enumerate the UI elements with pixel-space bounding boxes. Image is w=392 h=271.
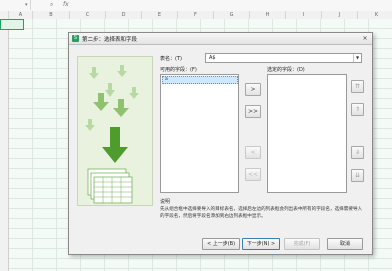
active-cell[interactable] (0, 19, 24, 30)
remove-field-button[interactable]: < (245, 146, 261, 159)
description-text: 先从组合框中选择要导入的目标表名，选择后左边的列表框会列出表中所有的字段名，选择… (160, 207, 363, 219)
move-bottom-button[interactable]: ⇊ (351, 169, 364, 182)
remove-all-fields-button[interactable]: << (245, 168, 261, 181)
add-field-button[interactable]: > (245, 83, 261, 96)
list-item[interactable]: a (162, 76, 238, 84)
cancel-button[interactable]: 取消 (327, 238, 363, 250)
finish-button[interactable]: 完成(F) (284, 238, 320, 250)
move-up-button[interactable]: ⇑ (351, 103, 364, 116)
column-header-c[interactable]: C (70, 11, 106, 19)
chevron-down-icon[interactable]: ▾ (25, 2, 28, 8)
search-icon[interactable]: ⌕ (50, 1, 53, 9)
row-headers (0, 19, 9, 271)
column-header-h[interactable]: H (250, 11, 286, 19)
select-all-corner[interactable] (0, 11, 9, 19)
selected-fields-label: 选定的字段：(D) (267, 67, 305, 73)
table-name-label: 表名：(T) (160, 56, 182, 62)
name-box[interactable]: ▾ (0, 0, 31, 10)
column-header-f[interactable]: F (178, 11, 214, 19)
column-header-g[interactable]: G (214, 11, 250, 19)
next-button[interactable]: 下一步(N) > (242, 238, 280, 250)
move-top-button[interactable]: ⇈ (351, 80, 364, 93)
close-icon[interactable]: × (361, 35, 369, 42)
column-header-a[interactable]: A (9, 11, 33, 19)
table-name-select[interactable]: A$ ▼ (205, 53, 362, 63)
fx-icon[interactable]: fx (63, 1, 69, 8)
column-header-b[interactable]: B (33, 11, 70, 19)
available-fields-list[interactable]: a (160, 74, 239, 193)
column-header-d[interactable]: D (106, 11, 142, 19)
table-name-value: A$ (209, 55, 216, 61)
description-title: 说明 (160, 199, 171, 205)
selected-fields-list[interactable] (267, 74, 347, 193)
column-header-k[interactable]: K (358, 11, 392, 19)
chevron-down-icon[interactable]: ▼ (353, 54, 361, 62)
import-arrows-illustration (85, 65, 139, 204)
back-button[interactable]: < 上一步(B) (202, 238, 240, 250)
dialog-title: 第二步：选择表和字段 (82, 37, 138, 43)
add-all-fields-button[interactable]: >> (245, 105, 261, 118)
app-icon: S (72, 35, 79, 42)
dialog-titlebar: S 第二步：选择表和字段 × (69, 33, 372, 45)
import-wizard-dialog: S 第二步：选择表和字段 × 表名：(T) A$ ▼ 可用的字段：(F) a 选… (68, 32, 373, 255)
wizard-illustration (77, 56, 153, 206)
column-header-e[interactable]: E (142, 11, 178, 19)
column-header-j[interactable]: J (322, 11, 358, 19)
move-down-button[interactable]: ⇓ (351, 146, 364, 159)
available-fields-label: 可用的字段：(F) (160, 67, 197, 73)
column-header-i[interactable]: I (286, 11, 322, 19)
